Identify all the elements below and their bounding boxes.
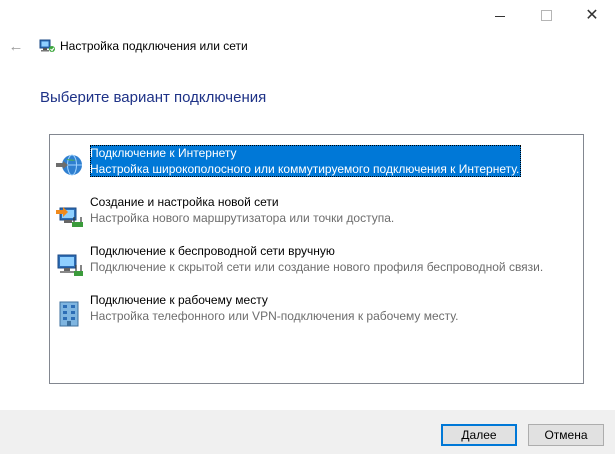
option-wireless-manual[interactable]: Подключение к беспроводной сети вручную … bbox=[50, 243, 583, 283]
globe-network-icon bbox=[56, 154, 82, 176]
workplace-icon bbox=[59, 301, 79, 327]
option-description: Настройка нового маршрутизатора или точк… bbox=[90, 211, 395, 225]
connection-options-list[interactable]: Подключение к Интернету Настройка широко… bbox=[49, 134, 584, 384]
option-text: Подключение к беспроводной сети вручную … bbox=[90, 243, 543, 275]
minimize-icon bbox=[495, 15, 505, 17]
option-title: Подключение к Интернету bbox=[90, 145, 522, 161]
option-text: Создание и настройка новой сети Настройк… bbox=[90, 194, 394, 226]
window-title: Настройка подключения или сети bbox=[60, 39, 248, 53]
option-description: Настройка широкополосного или коммутируе… bbox=[90, 161, 522, 177]
option-title: Подключение к беспроводной сети вручную bbox=[90, 244, 335, 258]
option-text: Подключение к рабочему месту Настройка т… bbox=[90, 292, 458, 324]
setup-connection-dialog: ✕ ← Настройка подключения или сети Выбер… bbox=[0, 0, 615, 454]
maximize-button[interactable] bbox=[523, 0, 569, 30]
dialog-footer bbox=[0, 410, 615, 454]
back-arrow-icon: ← bbox=[8, 37, 24, 55]
close-button[interactable]: ✕ bbox=[569, 0, 615, 30]
next-button[interactable]: Далее bbox=[441, 424, 517, 446]
wireless-network-icon bbox=[57, 254, 83, 276]
network-setup-icon bbox=[39, 39, 55, 52]
option-new-network[interactable]: Создание и настройка новой сети Настройк… bbox=[50, 194, 583, 234]
back-button[interactable]: ← bbox=[6, 36, 26, 56]
window-controls: ✕ bbox=[477, 0, 615, 30]
option-title: Создание и настройка новой сети bbox=[90, 195, 279, 209]
option-title: Подключение к рабочему месту bbox=[90, 293, 268, 307]
cancel-button[interactable]: Отмена bbox=[528, 424, 604, 446]
option-description: Настройка телефонного или VPN-подключени… bbox=[90, 309, 459, 323]
close-icon: ✕ bbox=[585, 7, 599, 24]
new-network-icon bbox=[56, 207, 83, 227]
page-heading: Выберите вариант подключения bbox=[40, 89, 267, 106]
minimize-button[interactable] bbox=[477, 0, 523, 30]
maximize-icon bbox=[540, 9, 552, 21]
option-internet[interactable]: Подключение к Интернету Настройка широко… bbox=[50, 145, 583, 185]
option-description: Подключение к скрытой сети или создание … bbox=[90, 260, 544, 274]
option-text: Подключение к Интернету Настройка широко… bbox=[90, 145, 522, 177]
option-workplace[interactable]: Подключение к рабочему месту Настройка т… bbox=[50, 292, 583, 332]
